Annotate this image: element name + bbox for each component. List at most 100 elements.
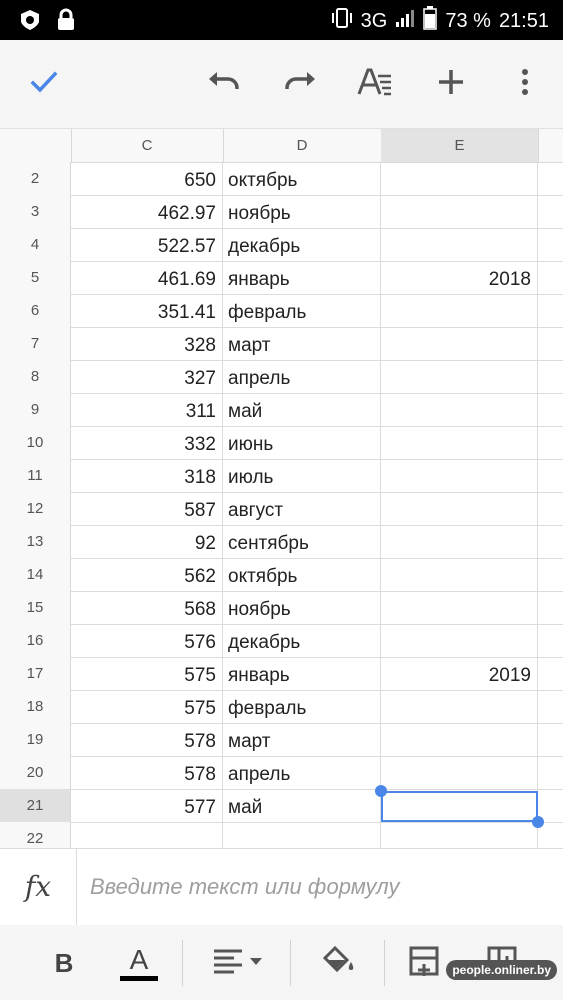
- row-header[interactable]: 20: [0, 756, 71, 789]
- cell-d[interactable]: июнь: [223, 426, 381, 459]
- cell-e[interactable]: [381, 162, 538, 195]
- row-header[interactable]: 8: [0, 360, 71, 393]
- row-header[interactable]: 10: [0, 426, 71, 459]
- cell-c[interactable]: 575: [71, 690, 223, 723]
- fill-color-button[interactable]: [314, 943, 360, 983]
- bold-button[interactable]: B: [44, 943, 84, 983]
- row-header[interactable]: 11: [0, 459, 71, 492]
- row-header[interactable]: 9: [0, 393, 71, 426]
- cell-d[interactable]: октябрь: [223, 558, 381, 591]
- cell-f[interactable]: [538, 459, 563, 492]
- cell-e[interactable]: [381, 690, 538, 723]
- cell-c[interactable]: 568: [71, 591, 223, 624]
- row-header[interactable]: 3: [0, 195, 71, 228]
- cell-c[interactable]: 578: [71, 756, 223, 789]
- cell-f[interactable]: [538, 294, 563, 327]
- more-options-button[interactable]: [501, 60, 549, 108]
- selection-handle-top-left[interactable]: [375, 785, 387, 797]
- selected-cell-e21[interactable]: [381, 791, 538, 822]
- cell-e[interactable]: [381, 525, 538, 558]
- row-header[interactable]: 12: [0, 492, 71, 525]
- cell-d[interactable]: май: [223, 789, 381, 822]
- cell-d[interactable]: август: [223, 492, 381, 525]
- cell-f[interactable]: [538, 261, 563, 294]
- cell-c[interactable]: 311: [71, 393, 223, 426]
- column-header-f[interactable]: [538, 129, 563, 162]
- cell-f[interactable]: [538, 525, 563, 558]
- cell-d[interactable]: [223, 822, 381, 848]
- cell-e[interactable]: [381, 591, 538, 624]
- cell-d[interactable]: ноябрь: [223, 591, 381, 624]
- row-header[interactable]: 2: [0, 162, 71, 195]
- cell-f[interactable]: [538, 228, 563, 261]
- cell-e[interactable]: [381, 492, 538, 525]
- column-header-c[interactable]: C: [71, 129, 224, 162]
- cell-c[interactable]: 327: [71, 360, 223, 393]
- cell-d[interactable]: сентябрь: [223, 525, 381, 558]
- cell-c[interactable]: 332: [71, 426, 223, 459]
- selection-handle-bottom-right[interactable]: [532, 816, 544, 828]
- cell-c[interactable]: 650: [71, 162, 223, 195]
- column-header-d[interactable]: D: [223, 129, 382, 162]
- cell-c[interactable]: 328: [71, 327, 223, 360]
- cell-c[interactable]: 562: [71, 558, 223, 591]
- cell-d[interactable]: январь: [223, 657, 381, 690]
- cell-d[interactable]: октябрь: [223, 162, 381, 195]
- cell-d[interactable]: февраль: [223, 690, 381, 723]
- undo-button[interactable]: [200, 60, 248, 108]
- cell-f[interactable]: [538, 591, 563, 624]
- cell-d[interactable]: июль: [223, 459, 381, 492]
- cell-d[interactable]: апрель: [223, 756, 381, 789]
- row-header[interactable]: 4: [0, 228, 71, 261]
- cell-c[interactable]: 318: [71, 459, 223, 492]
- cell-c[interactable]: 462.97: [71, 195, 223, 228]
- cell-d[interactable]: март: [223, 327, 381, 360]
- cell-e[interactable]: [381, 294, 538, 327]
- cell-f[interactable]: [538, 195, 563, 228]
- cell-f[interactable]: [538, 426, 563, 459]
- cell-f[interactable]: [538, 657, 563, 690]
- cell-c[interactable]: 461.69: [71, 261, 223, 294]
- cell-f[interactable]: [538, 327, 563, 360]
- insert-row-button[interactable]: [404, 943, 444, 983]
- cell-d[interactable]: апрель: [223, 360, 381, 393]
- cell-d[interactable]: январь: [223, 261, 381, 294]
- formula-input[interactable]: Введите текст или формулу: [90, 849, 399, 925]
- cell-e[interactable]: [381, 822, 538, 848]
- cell-c[interactable]: 587: [71, 492, 223, 525]
- cell-e[interactable]: 2019: [381, 657, 538, 690]
- cell-e[interactable]: 2018: [381, 261, 538, 294]
- row-header[interactable]: 21: [0, 789, 71, 822]
- row-header[interactable]: 17: [0, 657, 71, 690]
- cell-c[interactable]: 92: [71, 525, 223, 558]
- cell-c[interactable]: 575: [71, 657, 223, 690]
- align-button[interactable]: [208, 943, 268, 983]
- cell-f[interactable]: [538, 360, 563, 393]
- cell-e[interactable]: [381, 228, 538, 261]
- cell-f[interactable]: [538, 756, 563, 789]
- cell-e[interactable]: [381, 459, 538, 492]
- cell-c[interactable]: 576: [71, 624, 223, 657]
- select-all-corner[interactable]: [0, 129, 72, 162]
- redo-button[interactable]: [276, 60, 324, 108]
- cell-d[interactable]: февраль: [223, 294, 381, 327]
- cell-c[interactable]: 351.41: [71, 294, 223, 327]
- add-button[interactable]: [427, 60, 475, 108]
- cell-f[interactable]: [538, 690, 563, 723]
- cell-d[interactable]: март: [223, 723, 381, 756]
- done-button[interactable]: [20, 60, 68, 108]
- text-format-button[interactable]: [351, 60, 399, 108]
- cell-c[interactable]: [71, 822, 223, 848]
- row-header[interactable]: 22: [0, 822, 71, 848]
- row-header[interactable]: 15: [0, 591, 71, 624]
- cell-e[interactable]: [381, 195, 538, 228]
- cell-d[interactable]: ноябрь: [223, 195, 381, 228]
- cell-d[interactable]: декабрь: [223, 228, 381, 261]
- cell-f[interactable]: [538, 393, 563, 426]
- cell-e[interactable]: [381, 327, 538, 360]
- cell-c[interactable]: 577: [71, 789, 223, 822]
- row-header[interactable]: 7: [0, 327, 71, 360]
- row-header[interactable]: 19: [0, 723, 71, 756]
- cell-f[interactable]: [538, 624, 563, 657]
- cell-d[interactable]: декабрь: [223, 624, 381, 657]
